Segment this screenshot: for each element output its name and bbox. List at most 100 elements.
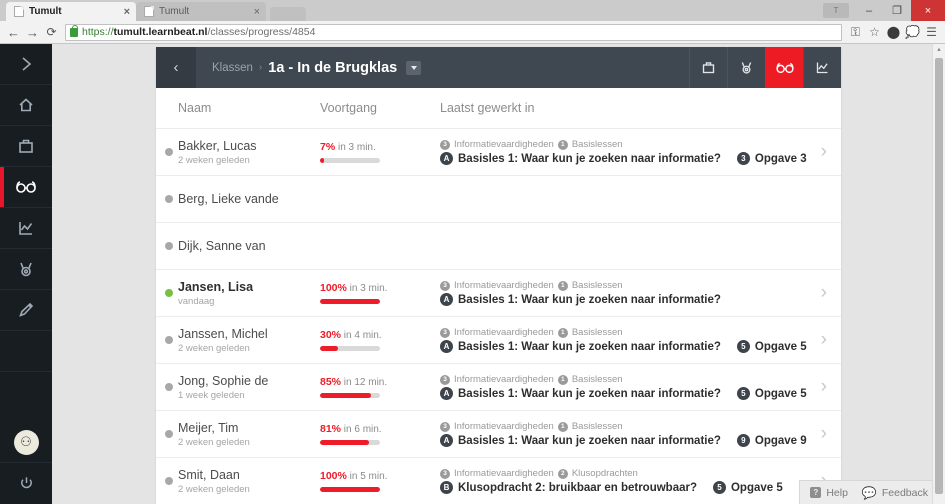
- medal-icon: [741, 62, 752, 74]
- sidebar-item-statistics[interactable]: [0, 208, 52, 249]
- progress-bar: [320, 487, 380, 492]
- new-tab-button[interactable]: [270, 7, 306, 21]
- browser-tab-2[interactable]: Tumult ×: [136, 2, 266, 21]
- task-label: Opgave 5: [730, 481, 783, 494]
- chapter-label: Informatievaardigheden: [454, 327, 554, 338]
- maximize-button[interactable]: ❐: [883, 0, 911, 21]
- chevron-right-icon[interactable]: ›: [821, 424, 827, 443]
- progress-duration: in 5 min.: [349, 471, 388, 482]
- forward-icon[interactable]: →: [23, 25, 42, 40]
- minimize-button[interactable]: –: [855, 0, 883, 21]
- lesson-badge: A: [440, 340, 453, 353]
- sidebar-item-account[interactable]: ⚇: [0, 422, 52, 463]
- sidebar-item-progress[interactable]: [0, 167, 52, 208]
- back-button[interactable]: ‹: [156, 47, 196, 88]
- close-icon[interactable]: ×: [124, 6, 130, 18]
- sidebar-item-classes[interactable]: [0, 126, 52, 167]
- browser-window: Tumult × Tumult × T – ❐ × ← → ⟳ https://…: [0, 0, 945, 504]
- table-header: Naam Voortgang Laatst gewerkt in: [156, 88, 841, 129]
- sidebar-item-awards[interactable]: [0, 249, 52, 290]
- pencil-icon: [19, 302, 34, 317]
- task-label: Opgave 9: [754, 434, 807, 447]
- chevron-right-icon[interactable]: ›: [821, 283, 827, 302]
- chapter-badge: 3: [440, 327, 450, 338]
- breadcrumb-chapter-row: 3 Informatievaardigheden 1 Basislessen: [440, 327, 811, 338]
- chevron-right-icon[interactable]: ›: [821, 377, 827, 396]
- progress-percent: 85%: [320, 376, 342, 388]
- progress-cell: 30% in 4 min.: [320, 329, 440, 351]
- status-dot: [165, 477, 173, 485]
- section-badge: 1: [557, 327, 568, 338]
- student-list: Bakker, Lucas 2 weken geleden 7% in 3 min.…: [156, 129, 841, 504]
- class-dropdown-button[interactable]: [406, 60, 422, 75]
- tab-statistics[interactable]: [803, 47, 841, 88]
- table-row[interactable]: Smit, Daan 2 weken geleden 100% in 5 min. 3…: [156, 458, 841, 504]
- power-icon: [20, 477, 32, 489]
- status-dot: [165, 242, 173, 250]
- chapter-label: Informatievaardigheden: [454, 280, 554, 291]
- tab-assignments[interactable]: [689, 47, 727, 88]
- tab-progress[interactable]: [765, 47, 803, 88]
- progress-bar-fill: [320, 393, 371, 398]
- back-icon[interactable]: ←: [4, 25, 23, 40]
- table-row[interactable]: Bakker, Lucas 2 weken geleden 7% in 3 min.…: [156, 129, 841, 176]
- scroll-up-icon[interactable]: ▲: [933, 44, 945, 56]
- tab-awards[interactable]: [727, 47, 765, 88]
- address-bar[interactable]: https:// tumult.learnbeat.nl /classes/pr…: [65, 23, 842, 41]
- section-badge: 1: [557, 421, 568, 432]
- medal-icon: [20, 262, 32, 277]
- sidebar-item-expand-rail[interactable]: [0, 44, 52, 85]
- table-row[interactable]: Jansen, Lisa vandaag 100% in 3 min. 3 Inform…: [156, 270, 841, 317]
- page-title: 1a - In de Brugklas: [268, 59, 398, 76]
- star-icon[interactable]: ☆: [865, 25, 884, 39]
- sidebar-item-editor[interactable]: [0, 290, 52, 331]
- breadcrumb-chapter-row: 3 Informatievaardigheden 1 Basislessen: [440, 139, 811, 150]
- student-name-cell: Meijer, Tim 2 weken geleden: [178, 421, 320, 448]
- evernote-icon[interactable]: 💭: [903, 25, 922, 39]
- student-name-cell: Janssen, Michel 2 weken geleden: [178, 327, 320, 354]
- table-row[interactable]: Berg, Lieke vande: [156, 176, 841, 223]
- table-row[interactable]: Dijk, Sanne van: [156, 223, 841, 270]
- last-worked-cell: 3 Informatievaardigheden 1 Basislessen A Basi…: [440, 421, 841, 447]
- sidebar-item-home[interactable]: [0, 85, 52, 126]
- table-row[interactable]: Janssen, Michel 2 weken geleden 30% in 4 m…: [156, 317, 841, 364]
- key-icon[interactable]: ⚿: [846, 25, 865, 40]
- feedback-button[interactable]: 💬 Feedback: [862, 486, 928, 500]
- pocket-icon[interactable]: ⬤: [884, 25, 903, 39]
- progress-text: 85% in 12 min.: [320, 376, 440, 388]
- progress-bar: [320, 299, 380, 304]
- student-name: Meijer, Tim: [178, 420, 239, 435]
- help-button[interactable]: ? Help: [810, 487, 848, 499]
- table-row[interactable]: Meijer, Tim 2 weken geleden 81% in 6 min. 3…: [156, 411, 841, 458]
- scrollbar-thumb[interactable]: [935, 58, 943, 494]
- breadcrumb-parent[interactable]: Klassen: [212, 62, 253, 74]
- lesson-row: A Basisles 1: Waar kun je zoeken naar inf…: [440, 340, 811, 353]
- reload-icon[interactable]: ⟳: [42, 25, 61, 39]
- lesson-label: Basisles 1: Waar kun je zoeken naar info…: [458, 387, 721, 400]
- lesson-label: Basisles 1: Waar kun je zoeken naar info…: [458, 152, 721, 165]
- menu-icon[interactable]: ☰: [922, 25, 941, 39]
- app-shell: ⚇ ‹ Klassen › 1a - In de Brugklas Naam V…: [0, 44, 945, 504]
- progress-bar: [320, 393, 380, 398]
- progress-bar: [320, 440, 380, 445]
- chevron-right-icon[interactable]: ›: [821, 330, 827, 349]
- progress-percent: 7%: [320, 141, 336, 153]
- lesson-label: Basisles 1: Waar kun je zoeken naar info…: [458, 293, 721, 306]
- sidebar-item-logout[interactable]: [0, 463, 52, 504]
- progress-cell: 81% in 6 min.: [320, 423, 440, 445]
- browser-tab-1[interactable]: Tumult ×: [6, 2, 136, 21]
- chevron-right-icon[interactable]: ›: [821, 142, 827, 161]
- section-badge: 1: [557, 139, 568, 150]
- page-scrollbar[interactable]: ▲: [932, 44, 945, 504]
- column-header-name: Naam: [178, 101, 212, 115]
- close-window-button[interactable]: ×: [911, 0, 945, 21]
- tab-title: Tumult: [29, 6, 62, 17]
- breadcrumb-chapter-row: 3 Informatievaardigheden 1 Basislessen: [440, 374, 811, 385]
- close-icon[interactable]: ×: [254, 6, 260, 18]
- table-row[interactable]: Jong, Sophie de 1 week geleden 85% in 12 m…: [156, 364, 841, 411]
- status-dot: [165, 383, 173, 391]
- lesson-badge: A: [440, 387, 453, 400]
- task-badge: 9: [736, 434, 750, 447]
- extension-icon[interactable]: T: [823, 3, 849, 18]
- breadcrumb-chapter-row: 3 Informatievaardigheden 2 Klusopdrachten: [440, 468, 811, 479]
